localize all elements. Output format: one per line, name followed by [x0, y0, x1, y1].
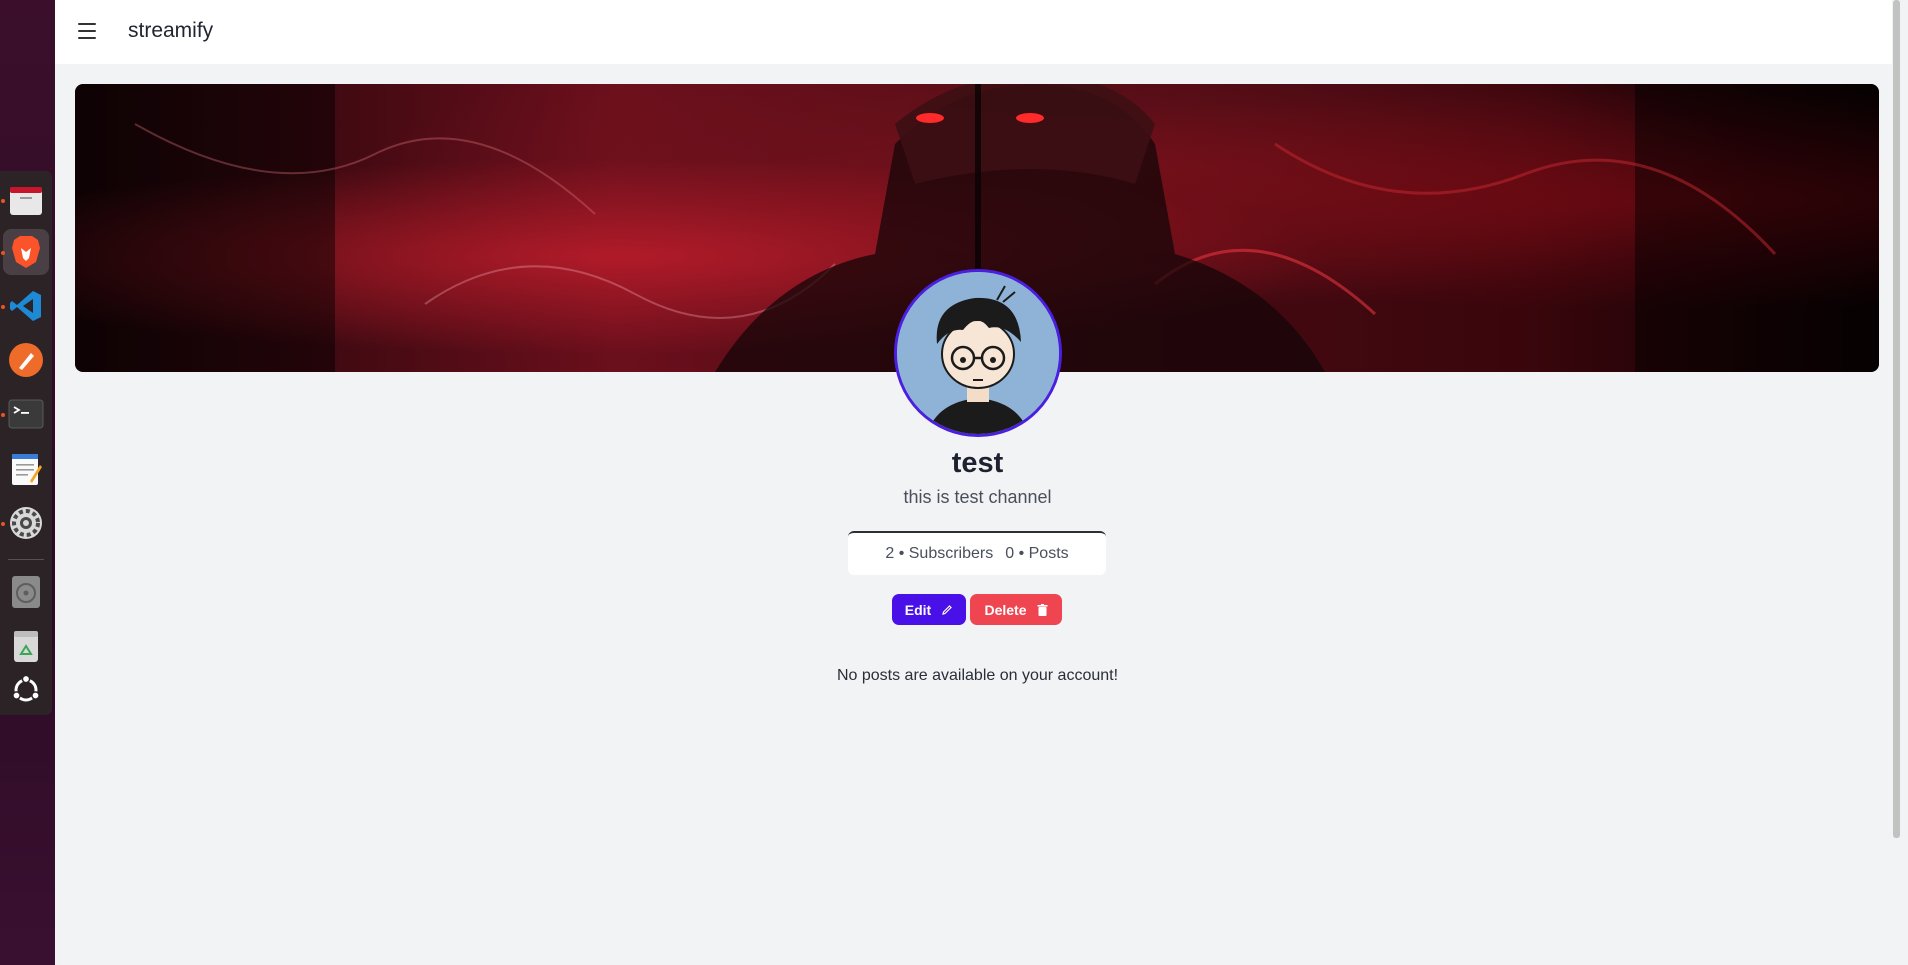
subscriber-count: 2 • Subscribers	[885, 545, 994, 562]
ubuntu-logo-icon	[12, 674, 40, 702]
text-editor-app-button[interactable]	[3, 446, 49, 492]
files-app-button[interactable]	[3, 177, 49, 223]
postman-app-button[interactable]	[3, 337, 49, 383]
cartoon-avatar-image	[897, 272, 1059, 434]
menu-toggle-button[interactable]	[78, 23, 96, 39]
settings-gear-icon	[10, 507, 42, 539]
delete-channel-button[interactable]: Delete	[970, 594, 1062, 625]
vscode-app-button[interactable]	[3, 283, 49, 329]
trash-button[interactable]	[3, 623, 49, 669]
post-count: 0 • Posts	[1005, 545, 1069, 562]
edit-button-label: Edit	[904, 601, 932, 618]
page-scrollbar[interactable]	[1892, 0, 1900, 965]
vscode-icon	[10, 291, 41, 321]
top-navbar: streamify	[55, 0, 1900, 64]
terminal-app-button[interactable]	[3, 391, 49, 437]
postman-icon	[9, 343, 43, 377]
brave-lion-icon	[12, 236, 40, 268]
folder-icon	[10, 187, 42, 215]
dock-panel	[0, 171, 52, 715]
delete-button-label: Delete	[984, 601, 1027, 618]
channel-name: test	[951, 447, 1004, 479]
terminal-icon	[8, 399, 44, 429]
hamburger-line	[78, 37, 96, 39]
hamburger-line	[78, 30, 96, 32]
scrollbar-thumb[interactable]	[1893, 0, 1900, 838]
ubuntu-dock	[0, 0, 55, 965]
text-editor-icon	[12, 454, 42, 485]
trash-can-icon	[1037, 603, 1048, 616]
hamburger-line	[78, 23, 96, 25]
brand-logo-text[interactable]: streamify	[128, 19, 213, 43]
channel-avatar[interactable]	[894, 269, 1062, 437]
trash-icon	[14, 631, 38, 662]
edit-channel-button[interactable]: Edit	[892, 594, 966, 625]
page: streamify test this is test channel 2 • …	[55, 0, 1900, 965]
pencil-icon	[942, 604, 953, 615]
no-posts-message: No posts are available on your account!	[836, 667, 1119, 684]
brave-browser-button[interactable]	[3, 229, 49, 275]
channel-stats: 2 • Subscribers 0 • Posts	[848, 531, 1106, 575]
disc-drive-button[interactable]	[3, 569, 49, 615]
channel-description: this is test channel	[903, 487, 1052, 507]
settings-app-button[interactable]	[3, 500, 49, 546]
optical-disc-icon	[12, 576, 40, 608]
show-applications-button[interactable]	[3, 667, 49, 713]
